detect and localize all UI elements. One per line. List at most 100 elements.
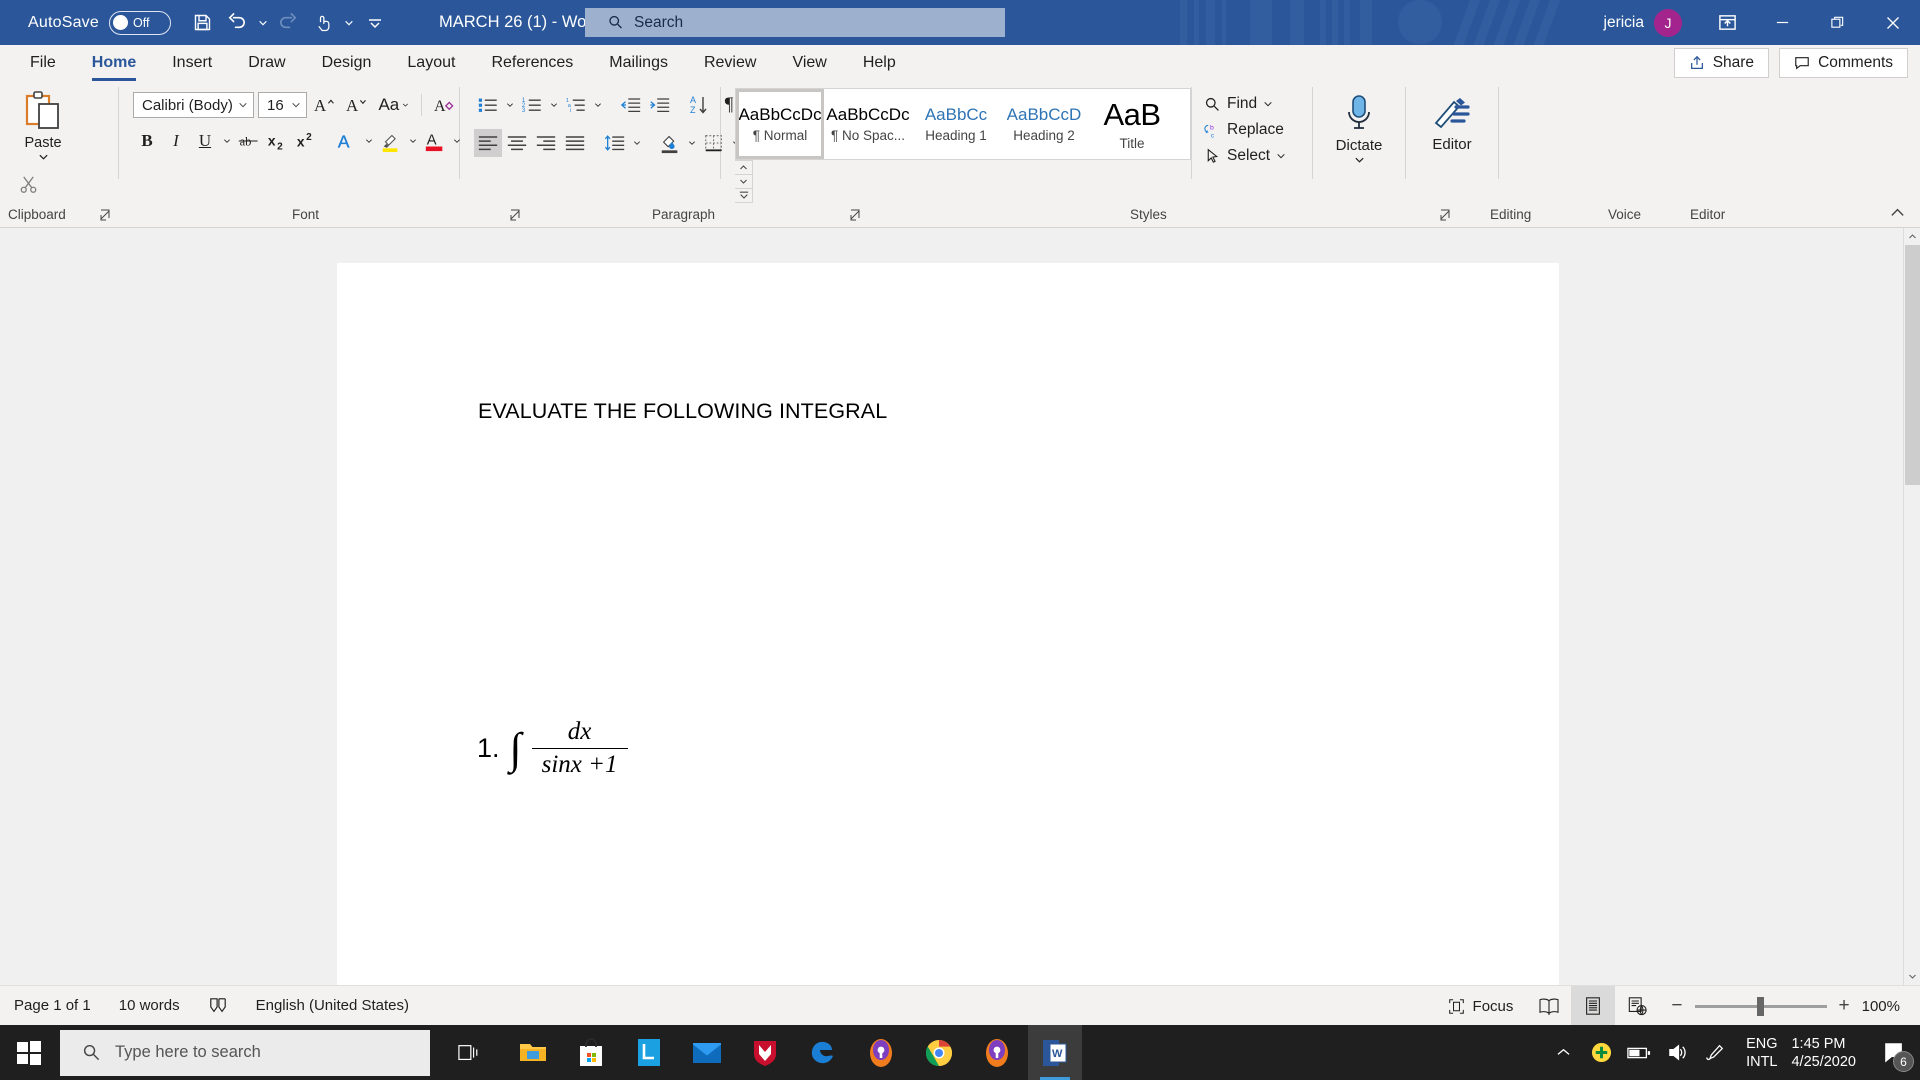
zoom-level[interactable]: 100%: [1862, 998, 1920, 1015]
touch-mode-icon[interactable]: [307, 7, 339, 39]
styles-scroll-down-icon[interactable]: [735, 175, 752, 189]
tab-design[interactable]: Design: [304, 45, 390, 81]
zoom-out-button[interactable]: −: [1671, 995, 1682, 1017]
touch-mode-dropdown-icon[interactable]: [341, 7, 357, 39]
text-highlight-dropdown-icon[interactable]: [406, 127, 420, 155]
mail-icon[interactable]: [680, 1025, 734, 1080]
superscript-icon[interactable]: x2: [293, 127, 321, 155]
paste-button[interactable]: Paste: [14, 89, 72, 161]
change-case-icon[interactable]: Aa: [375, 91, 412, 119]
tab-mailings[interactable]: Mailings: [591, 45, 686, 81]
zoom-slider[interactable]: − +: [1659, 995, 1861, 1017]
notification-center-icon[interactable]: 6: [1868, 1025, 1920, 1080]
find-button[interactable]: Find: [1204, 91, 1312, 117]
align-left-icon[interactable]: [474, 129, 502, 157]
microsoft-store-icon[interactable]: [564, 1025, 618, 1080]
dictate-button[interactable]: Dictate: [1336, 93, 1382, 164]
antivirus-icon[interactable]: [1582, 1025, 1620, 1080]
strikethrough-icon[interactable]: ab: [235, 127, 263, 155]
align-center-icon[interactable]: [503, 129, 531, 157]
proofing-errors-icon[interactable]: [194, 986, 242, 1026]
print-layout-icon[interactable]: [1571, 986, 1616, 1026]
tab-file[interactable]: File: [12, 45, 74, 81]
tab-layout[interactable]: Layout: [389, 45, 473, 81]
clear-formatting-icon[interactable]: A: [431, 91, 459, 119]
page-info[interactable]: Page 1 of 1: [0, 986, 105, 1026]
minimize-button[interactable]: [1755, 0, 1810, 45]
clipboard-dialog-launcher[interactable]: [100, 208, 114, 222]
font-color-icon[interactable]: A: [421, 127, 449, 155]
focus-button[interactable]: Focus: [1434, 986, 1528, 1026]
line-spacing-icon[interactable]: [601, 129, 629, 157]
tab-view[interactable]: View: [774, 45, 844, 81]
scrollbar-thumb[interactable]: [1905, 245, 1920, 485]
select-dropdown-icon[interactable]: [1276, 152, 1286, 160]
undo-dropdown-icon[interactable]: [255, 7, 271, 39]
tab-help[interactable]: Help: [845, 45, 914, 81]
grow-font-icon[interactable]: A: [311, 91, 339, 119]
file-explorer-icon[interactable]: [506, 1025, 560, 1080]
user-name[interactable]: jericia: [1604, 14, 1644, 32]
shrink-font-icon[interactable]: A: [343, 91, 371, 119]
mcafee-icon[interactable]: [738, 1025, 792, 1080]
multilevel-list-icon[interactable]: 1 a i: [562, 91, 590, 119]
paste-dropdown-icon[interactable]: [38, 153, 49, 161]
read-mode-icon[interactable]: [1527, 986, 1571, 1026]
underline-icon[interactable]: U: [191, 127, 219, 155]
italic-icon[interactable]: I: [162, 127, 190, 155]
shading-dropdown-icon[interactable]: [685, 129, 699, 157]
customize-qat-icon[interactable]: [359, 7, 391, 39]
tab-review[interactable]: Review: [686, 45, 774, 81]
justify-icon[interactable]: [561, 129, 589, 157]
bullets-dropdown-icon[interactable]: [503, 91, 517, 119]
dictate-dropdown-icon[interactable]: [1354, 156, 1365, 164]
ribbon-display-options-icon[interactable]: [1700, 0, 1755, 45]
undo-icon[interactable]: [221, 7, 253, 39]
bold-icon[interactable]: B: [133, 127, 161, 155]
chevron-up-icon[interactable]: [1544, 1025, 1582, 1080]
font-name-combo[interactable]: Calibri (Body): [133, 92, 255, 118]
bullets-icon[interactable]: [474, 91, 502, 119]
tab-references[interactable]: References: [473, 45, 591, 81]
document-scrollbar[interactable]: [1903, 228, 1920, 985]
pen-icon[interactable]: [1696, 1025, 1734, 1080]
numbering-dropdown-icon[interactable]: [547, 91, 561, 119]
font-size-combo[interactable]: 16: [258, 92, 308, 118]
word-count[interactable]: 10 words: [105, 986, 194, 1026]
style-normal[interactable]: AaBbCcDc ¶ Normal: [736, 89, 824, 159]
styles-scroll-up-icon[interactable]: [735, 161, 752, 175]
paragraph-dialog-launcher[interactable]: [850, 208, 864, 222]
styles-more-icon[interactable]: [735, 189, 752, 202]
style-title[interactable]: AaB Title: [1088, 89, 1176, 159]
collapse-ribbon-icon[interactable]: [1889, 205, 1906, 225]
style-no-spacing[interactable]: AaBbCcDc ¶ No Spac...: [824, 89, 912, 159]
autosave-control[interactable]: AutoSave Off: [28, 10, 171, 35]
style-heading-1[interactable]: AaBbCc Heading 1: [912, 89, 1000, 159]
zoom-track[interactable]: [1694, 996, 1827, 1016]
lenovo-vantage-icon[interactable]: [622, 1025, 676, 1080]
select-button[interactable]: Select: [1204, 143, 1312, 169]
styles-dialog-launcher[interactable]: [1440, 208, 1454, 222]
word-icon[interactable]: W: [1028, 1025, 1082, 1080]
search-input[interactable]: Search: [585, 8, 1005, 37]
replace-button[interactable]: b c Replace: [1204, 117, 1312, 143]
google-chrome-icon[interactable]: [912, 1025, 966, 1080]
share-button[interactable]: Share: [1673, 48, 1770, 78]
line-spacing-dropdown-icon[interactable]: [630, 129, 644, 157]
close-button[interactable]: [1865, 0, 1920, 45]
taskbar-search-input[interactable]: Type here to search: [60, 1029, 430, 1076]
avast-secure-browser-icon[interactable]: [970, 1025, 1024, 1080]
style-heading-2[interactable]: AaBbCcD Heading 2: [1000, 89, 1088, 159]
tab-home[interactable]: Home: [74, 45, 154, 81]
avatar[interactable]: J: [1654, 8, 1682, 37]
comments-button[interactable]: Comments: [1779, 48, 1908, 78]
battery-icon[interactable]: [1620, 1025, 1658, 1080]
subscript-icon[interactable]: x2: [264, 127, 292, 155]
increase-indent-icon[interactable]: [646, 91, 674, 119]
save-icon[interactable]: [187, 7, 219, 39]
cut-icon[interactable]: [14, 171, 42, 197]
document-page[interactable]: EVALUATE THE FOLLOWING INTEGRAL 1. ∫ dx …: [337, 263, 1559, 1080]
decrease-indent-icon[interactable]: [617, 91, 645, 119]
underline-dropdown-icon[interactable]: [220, 127, 234, 155]
restore-button[interactable]: [1810, 0, 1865, 45]
